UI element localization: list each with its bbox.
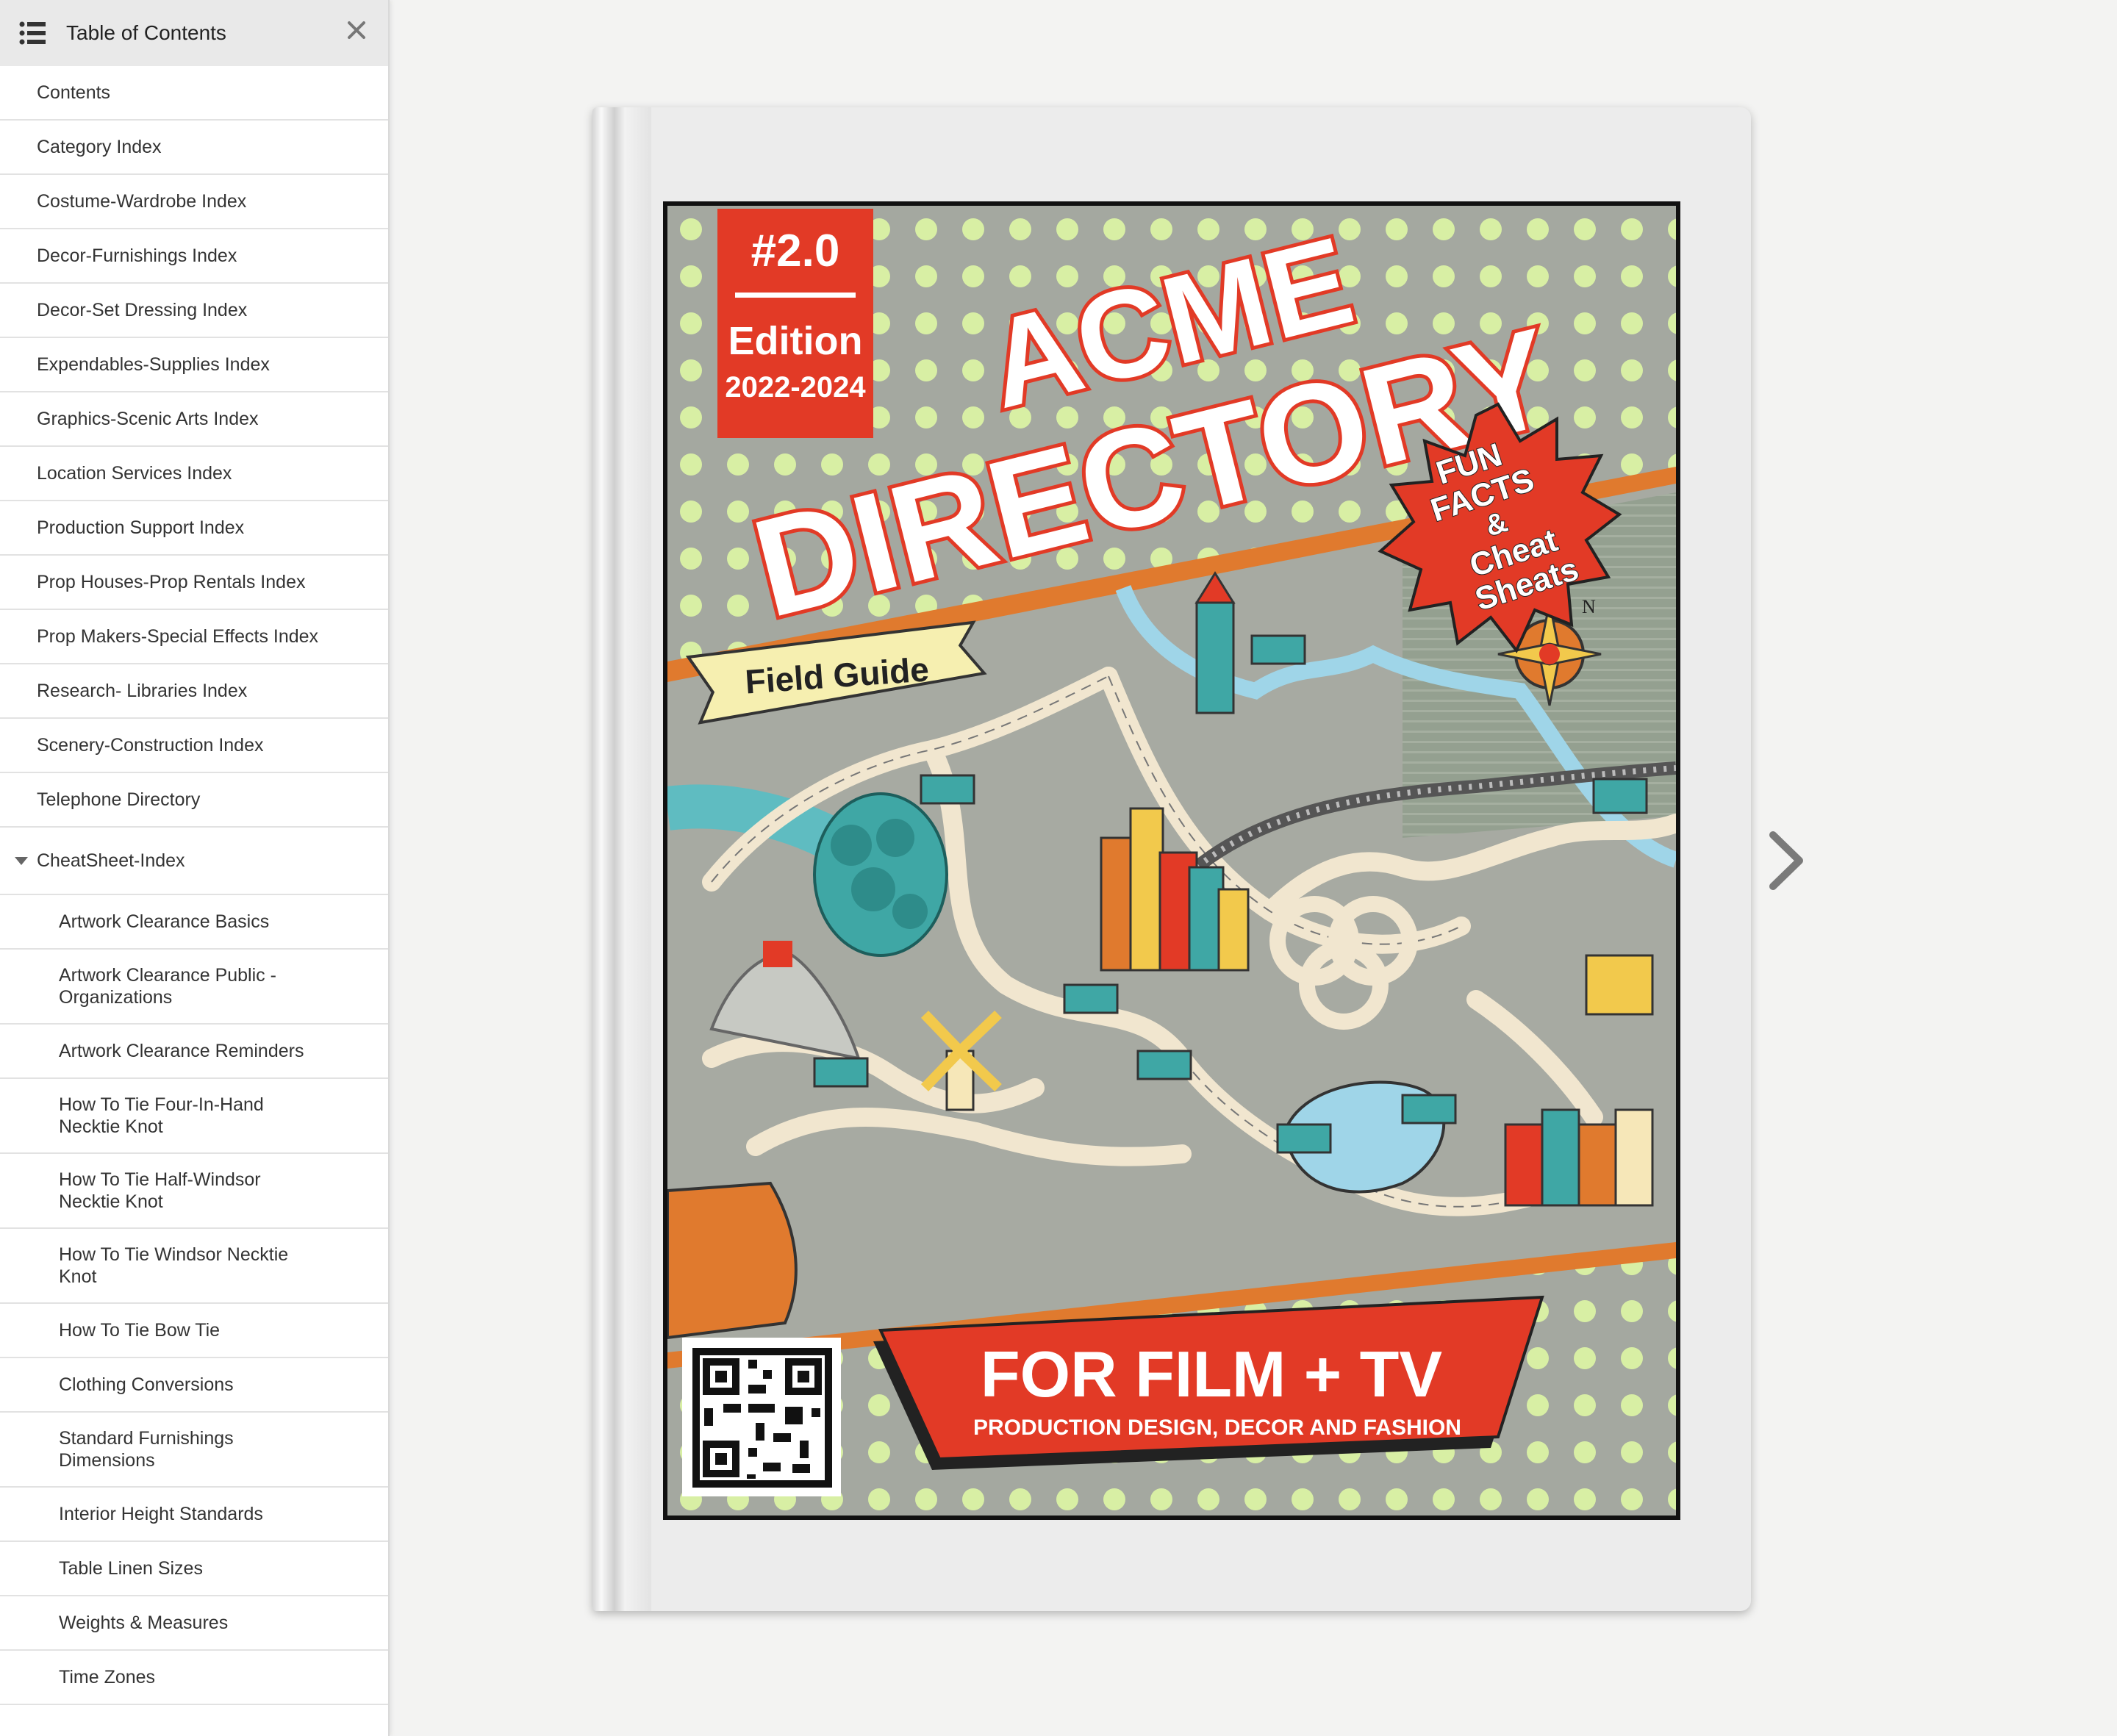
toc-item-label: Production Support Index	[37, 517, 245, 538]
toc-item-telephone-directory[interactable]: Telephone Directory	[0, 773, 388, 828]
toc-item-label: Research- Libraries Index	[37, 680, 248, 701]
toc-item-prop-makers-index[interactable]: Prop Makers-Special Effects Index	[0, 610, 388, 664]
toc-group-cheatsheet-index[interactable]: CheatSheet-Index	[0, 828, 388, 895]
toc-item-label: Prop Houses-Prop Rentals Index	[37, 571, 306, 592]
toc-item-label: Telephone Directory	[37, 789, 201, 810]
table-of-contents-panel: Table of Contents Contents Category Inde…	[0, 0, 390, 1736]
toc-child-item[interactable]: Artwork Clearance Public - Organizations	[0, 950, 388, 1025]
qr-code	[682, 1338, 841, 1496]
toc-group-label: CheatSheet-Index	[37, 850, 185, 871]
toc-header: Table of Contents	[0, 0, 388, 66]
edition-label: Edition	[728, 319, 863, 363]
cover-art: N #2.0 Edition 2022-2024 ACME DIRECTORY …	[667, 206, 1676, 1516]
toc-item-label: Decor-Furnishings Index	[37, 245, 237, 266]
compass-letter: N	[1582, 596, 1596, 617]
toc-child-item[interactable]: Interior Height Standards	[0, 1488, 388, 1542]
toc-item-expendables-supplies-index[interactable]: Expendables-Supplies Index	[0, 338, 388, 392]
toc-item-prop-houses-index[interactable]: Prop Houses-Prop Rentals Index	[0, 556, 388, 610]
toc-item-production-support-index[interactable]: Production Support Index	[0, 501, 388, 556]
toc-child-item[interactable]: Table Linen Sizes	[0, 1542, 388, 1596]
toc-child-item[interactable]: How To Tie Half-Windsor Necktie Knot	[0, 1154, 388, 1229]
edition-years: 2022-2024	[725, 371, 866, 403]
toc-item-label: Contents	[37, 82, 111, 103]
book-cover[interactable]: N #2.0 Edition 2022-2024 ACME DIRECTORY …	[663, 201, 1680, 1520]
toc-item-label: Costume-Wardrobe Index	[37, 190, 247, 212]
toc-item-label: Weights & Measures	[59, 1612, 229, 1633]
toc-title: Table of Contents	[66, 21, 226, 44]
toc-item-location-services-index[interactable]: Location Services Index	[0, 447, 388, 501]
toc-child-item[interactable]: Artwork Clearance Reminders	[0, 1025, 388, 1079]
toc-item-label: Scenery-Construction Index	[37, 734, 264, 756]
close-icon[interactable]	[347, 21, 366, 40]
toc-item-contents[interactable]: Contents	[0, 66, 388, 121]
toc-item-graphics-scenic-arts-index[interactable]: Graphics-Scenic Arts Index	[0, 392, 388, 447]
toc-item-label: Artwork Clearance Reminders	[59, 1040, 304, 1061]
toc-child-item[interactable]: How To Tie Four-In-Hand Necktie Knot	[0, 1079, 388, 1154]
toc-item-label: Prop Makers-Special Effects Index	[37, 625, 319, 647]
toc-item-label: Table Linen Sizes	[59, 1557, 203, 1579]
toc-item-label: Artwork Clearance Basics	[59, 911, 270, 932]
toc-child-item[interactable]: How To Tie Bow Tie	[0, 1304, 388, 1358]
toc-item-label: Time Zones	[59, 1666, 156, 1687]
toc-item-category-index[interactable]: Category Index	[0, 121, 388, 175]
toc-item-label: Expendables-Supplies Index	[37, 354, 270, 375]
toc-item-label: How To Tie Half-Windsor Necktie Knot	[59, 1169, 261, 1212]
toc-item-decor-set-dressing-index[interactable]: Decor-Set Dressing Index	[0, 284, 388, 338]
toc-child-item[interactable]: How To Tie Windsor Necktie Knot	[0, 1229, 388, 1304]
banner-subtitle: PRODUCTION DESIGN, DECOR AND FASHION	[973, 1416, 1461, 1440]
toc-item-label: How To Tie Four-In-Hand Necktie Knot	[59, 1094, 264, 1137]
toc-item-scenery-construction-index[interactable]: Scenery-Construction Index	[0, 719, 388, 773]
toc-item-costume-wardrobe-index[interactable]: Costume-Wardrobe Index	[0, 175, 388, 229]
toc-item-label: Interior Height Standards	[59, 1503, 263, 1524]
toc-item-decor-furnishings-index[interactable]: Decor-Furnishings Index	[0, 229, 388, 284]
toc-item-label: Standard Furnishings Dimensions	[59, 1428, 234, 1471]
toc-child-item[interactable]: Clothing Conversions	[0, 1358, 388, 1413]
toc-item-label: How To Tie Bow Tie	[59, 1319, 221, 1341]
toc-item-label: Artwork Clearance Public - Organizations	[59, 965, 276, 1008]
toc-item-label: Graphics-Scenic Arts Index	[37, 408, 259, 429]
book-spine	[592, 107, 651, 1611]
edition-number: #2.0	[751, 226, 840, 276]
toc-child-item[interactable]: Artwork Clearance Basics	[0, 895, 388, 950]
toc-item-research-libraries-index[interactable]: Research- Libraries Index	[0, 664, 388, 719]
caret-down-icon[interactable]	[15, 856, 28, 865]
toc-item-label: Clothing Conversions	[59, 1374, 234, 1395]
banner-title: FOR FILM + TV	[981, 1338, 1443, 1410]
toc-item-label: Decor-Set Dressing Index	[37, 299, 248, 320]
chevron-right-icon[interactable]	[1764, 829, 1808, 892]
toc-item-label: Category Index	[37, 136, 162, 157]
toc-child-item[interactable]: Time Zones	[0, 1651, 388, 1705]
book: N #2.0 Edition 2022-2024 ACME DIRECTORY …	[592, 107, 1751, 1611]
toc-item-label: How To Tie Windsor Necktie Knot	[59, 1244, 289, 1287]
toc-child-item[interactable]: Weights & Measures	[0, 1596, 388, 1651]
toc-child-item[interactable]: Standard Furnishings Dimensions	[0, 1413, 388, 1488]
list-icon	[19, 21, 46, 45]
toc-item-label: Location Services Index	[37, 462, 232, 484]
